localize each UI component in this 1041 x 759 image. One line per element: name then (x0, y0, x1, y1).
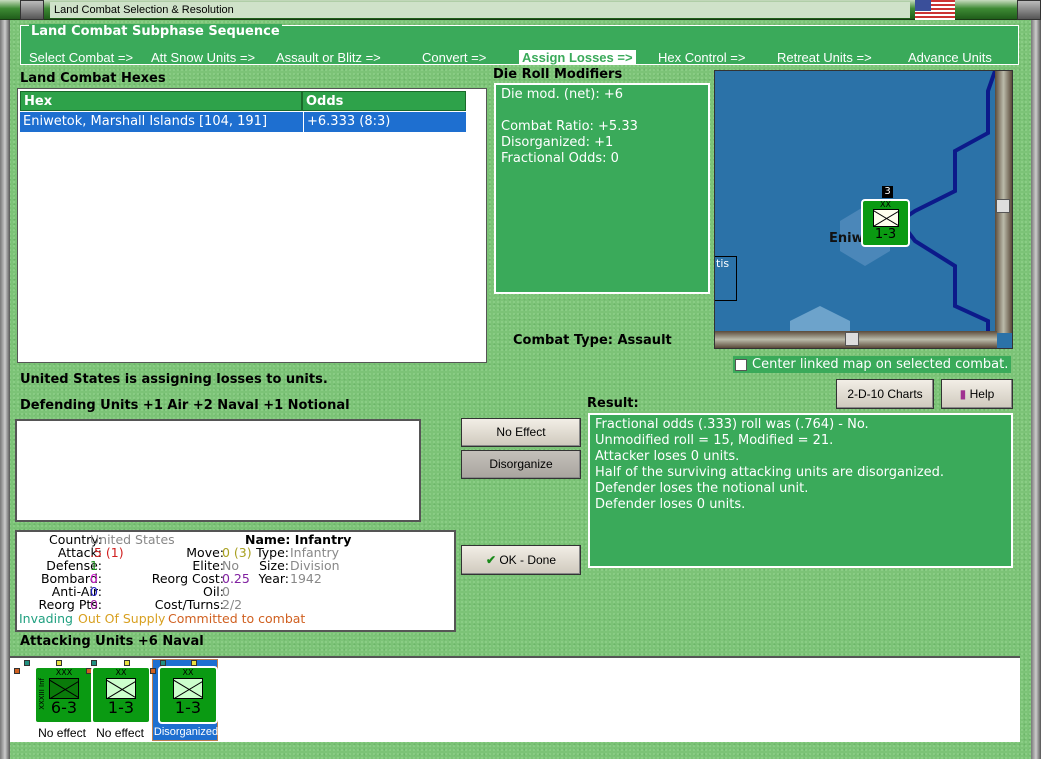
result-box: Fractional odds (.333) roll was (.764) -… (588, 413, 1013, 568)
unit-size: XX (115, 668, 127, 677)
defending-units-list[interactable] (15, 419, 421, 522)
close-button[interactable] (1017, 0, 1041, 20)
odds-cell: +6.333 (8:3) (303, 112, 390, 132)
unit-size: XX (182, 668, 194, 677)
us-flag-icon (915, 0, 955, 20)
result-line: Attacker loses 0 units. (595, 449, 740, 464)
left-border (0, 20, 10, 759)
unit-status: No effect (96, 726, 144, 740)
combat-type-value: Assault (617, 333, 672, 348)
result-line: Half of the surviving attacking units ar… (595, 465, 945, 480)
unit-size: XX (880, 200, 891, 209)
ok-label: OK - Done (499, 553, 557, 567)
defending-label: Defending Units +1 Air +2 Naval +1 Notio… (20, 398, 350, 413)
linked-map[interactable]: Eniw tis 3 XX 1-3 (714, 70, 1013, 349)
title-bar: Land Combat Selection & Resolution (0, 0, 1041, 20)
column-header-hex[interactable]: Hex (20, 91, 302, 111)
modifier-line: Die mod. (net): +6 (501, 87, 624, 102)
scroll-thumb[interactable] (996, 199, 1010, 213)
unit-size: XXX (55, 668, 73, 677)
hexes-label: Land Combat Hexes (20, 71, 166, 86)
unit-side-label: XXXIII Inf (38, 678, 46, 710)
checkbox[interactable] (735, 358, 747, 371)
step-select-combat: Select Combat => (29, 50, 134, 65)
infantry-icon (173, 678, 203, 699)
result-line: Unmodified roll = 15, Modified = 21. (595, 433, 834, 448)
infantry-icon (106, 678, 136, 699)
year-key: Year: (258, 571, 289, 586)
step-convert: Convert => (422, 50, 487, 65)
help-button[interactable]: ▮ Help (941, 379, 1013, 409)
modifier-line: Fractional Odds: 0 (501, 151, 619, 166)
step-advance-units: Advance Units (908, 50, 992, 65)
cost-turns-key: Cost/Turns: (154, 597, 224, 612)
unit-info-panel: Country: United States Attack: .5 (1) De… (15, 530, 456, 632)
no-effect-button[interactable]: No Effect (461, 418, 581, 447)
hex-cell: Eniwetok, Marshall Islands [104, 191] (23, 114, 268, 129)
step-assault-blitz: Assault or Blitz => (276, 50, 381, 65)
center-map-checkbox[interactable]: Center linked map on selected combat. (733, 356, 1012, 373)
modifier-line: Disorganized: +1 (501, 135, 614, 150)
column-header-odds[interactable]: Odds (302, 91, 466, 111)
step-assign-losses: Assign Losses => (519, 50, 636, 65)
result-line: Defender loses the notional unit. (595, 481, 809, 496)
window-title: Land Combat Selection & Resolution (50, 2, 910, 18)
coast-line (790, 71, 997, 333)
step-retreat-units: Retreat Units => (777, 50, 872, 65)
cost-turns-value: 2/2 (222, 597, 243, 612)
unit-strength: 1-3 (174, 698, 202, 717)
subphase-sequence: Land Combat Subphase Sequence Select Com… (20, 24, 1019, 65)
subphase-legend: Land Combat Subphase Sequence (29, 24, 282, 39)
die-roll-modifiers: Die mod. (net): +6 Combat Ratio: +5.33 D… (494, 83, 710, 294)
map-vertical-scrollbar[interactable] (995, 71, 1012, 333)
charts-button[interactable]: 2-D-10 Charts (836, 379, 934, 409)
attacking-unit-1[interactable]: XXX XXXIII Inf 6-3 No effect (14, 660, 94, 742)
status-text: United States is assigning losses to uni… (20, 372, 328, 387)
attacking-units-list[interactable]: XXX XXXIII Inf 6-3 No effect XX 1-3 No e… (10, 656, 1020, 742)
attacking-unit-2[interactable]: XX 1-3 No effect (86, 660, 152, 742)
right-border (1031, 20, 1041, 759)
year-value: 1942 (290, 571, 322, 586)
unit-status: Disorganized (153, 726, 219, 738)
table-row[interactable]: Eniwetok, Marshall Islands [104, 191] +6… (20, 112, 466, 132)
modifiers-label: Die Roll Modifiers (493, 67, 623, 82)
map-unit-counter[interactable]: XX 1-3 (861, 199, 910, 247)
result-label: Result: (587, 396, 639, 411)
unit-strength: 1-3 (874, 227, 897, 242)
result-line: Defender loses 0 units. (595, 497, 746, 512)
center-map-label: Center linked map on selected combat. (752, 357, 1009, 372)
infantry-fire-icon (872, 209, 899, 227)
step-att-snow-units: Att Snow Units => (151, 50, 256, 65)
flag-out-of-supply: Out Of Supply (78, 611, 166, 626)
unit-counter: XX 1-3 (91, 666, 151, 724)
unit-strength: 1-3 (107, 698, 135, 717)
combat-type-label: Combat Type: (513, 333, 613, 348)
stack-count: 3 (882, 186, 893, 198)
map-info-box: tis (715, 256, 737, 301)
checkmark-icon: ✔ (485, 553, 496, 567)
infantry-icon (49, 678, 79, 699)
flag-invading: Invading (19, 611, 73, 626)
unit-counter: XX 1-3 (158, 666, 218, 724)
disorganize-button[interactable]: Disorganize (461, 450, 581, 479)
book-icon: ▮ (959, 387, 967, 401)
help-label: Help (969, 387, 995, 401)
combat-hexes-table: Hex Odds Eniwetok, Marshall Islands [104… (17, 88, 487, 363)
reorg-pts-value: 0 (90, 597, 98, 612)
map-horizontal-scrollbar[interactable] (715, 331, 997, 348)
combat-type: Combat Type: Assault (513, 333, 672, 348)
ok-done-button[interactable]: ✔ OK - Done (461, 545, 581, 575)
map-place-label: Eniw (829, 231, 864, 246)
modifier-line: Combat Ratio: +5.33 (501, 119, 638, 134)
step-hex-control: Hex Control => (658, 50, 746, 65)
unit-counter: XXX XXXIII Inf 6-3 (34, 666, 94, 724)
attacking-label: Attacking Units +6 Naval (20, 634, 204, 649)
result-line: Fractional odds (.333) roll was (.764) -… (595, 417, 869, 432)
minimize-button[interactable] (20, 0, 44, 20)
modifier-line (501, 103, 703, 119)
scroll-thumb[interactable] (845, 332, 859, 346)
flag-committed: Committed to combat (168, 611, 306, 626)
unit-status: No effect (38, 726, 86, 740)
attacking-unit-3-selected[interactable]: XX 1-3 Disorganized (150, 659, 219, 741)
